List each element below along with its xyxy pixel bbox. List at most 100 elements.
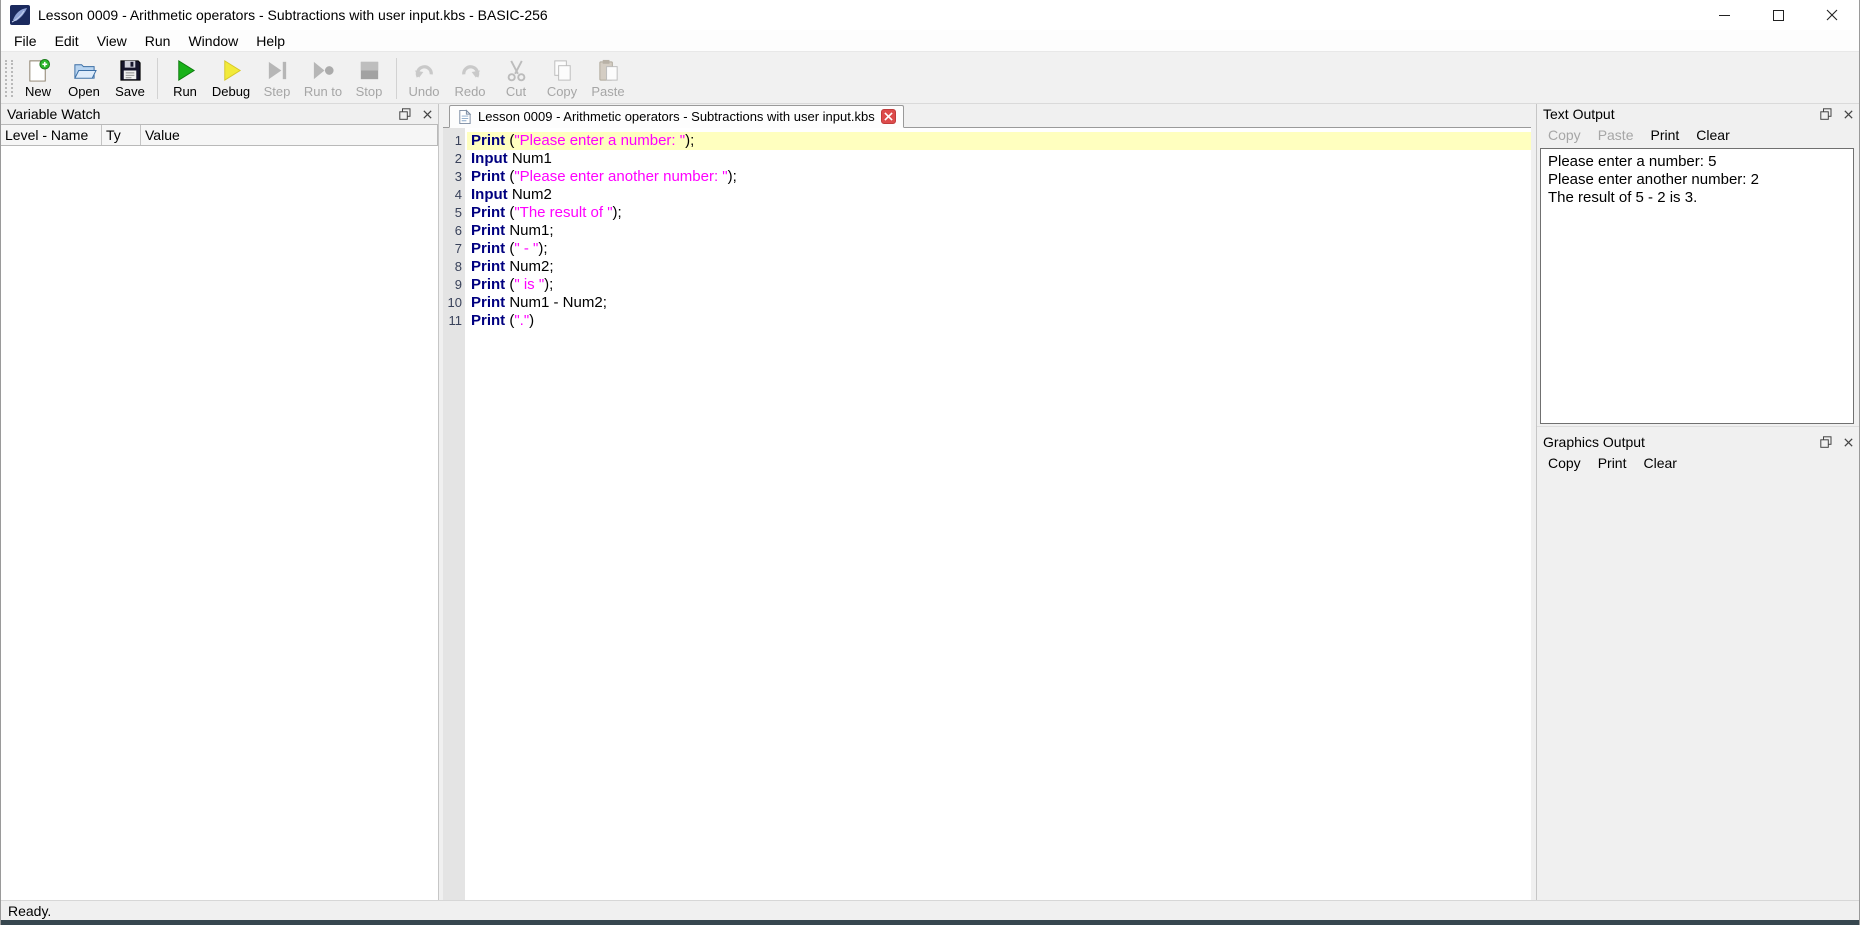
tab-close-icon [884, 112, 893, 121]
cut-button[interactable]: Cut [493, 54, 539, 103]
float-icon [399, 108, 411, 120]
copy-button[interactable]: Copy [539, 54, 585, 103]
toolbar-label: Run to [303, 84, 343, 99]
run-icon [172, 57, 198, 83]
toolbar: New Open Save Run Debug Step Run to Stop Undo Red… [1, 52, 1859, 104]
tab-close-button[interactable] [880, 109, 896, 124]
keyword-token: Print [471, 204, 506, 221]
menu-item-file[interactable]: File [5, 31, 46, 51]
undo-icon [411, 57, 437, 83]
text-output-print-button[interactable]: Print [1651, 127, 1680, 143]
close-button[interactable] [1805, 0, 1859, 30]
debug-button[interactable]: Debug [208, 54, 254, 103]
close-icon [1843, 437, 1853, 447]
toolbar-label: Step [263, 84, 291, 99]
variable-watch-body[interactable] [1, 146, 438, 900]
column-header-ty[interactable]: Ty [102, 125, 141, 145]
menu-item-help[interactable]: Help [247, 31, 294, 51]
text-output-area[interactable]: Please enter a number: 5 Please enter ano… [1540, 148, 1854, 424]
code-line-10: Print Num1 - Num2; [467, 294, 1531, 312]
minimize-button[interactable] [1697, 0, 1751, 30]
toolbar-label: New [24, 84, 51, 99]
step-icon [264, 57, 290, 83]
run-button[interactable]: Run [162, 54, 208, 103]
step-button[interactable]: Step [254, 54, 300, 103]
redo-button[interactable]: Redo [447, 54, 493, 103]
code-line-3: Print ("Please enter another number: "); [467, 168, 1531, 186]
line-number: 7 [454, 241, 462, 256]
paste-icon [595, 57, 621, 83]
keyword-token: Input [471, 186, 508, 203]
column-header-value[interactable]: Value [141, 125, 437, 145]
code-line-1: Print ("Please enter a number: "); [467, 132, 1531, 150]
code-editor-surface[interactable]: 1 2 3 4 5 6 7 8 9 10 11 Print ("Please enter a num… [443, 128, 1531, 900]
line-number: 5 [454, 205, 462, 220]
maximize-button[interactable] [1751, 0, 1805, 30]
line-number: 6 [454, 223, 462, 238]
float-panel-button[interactable] [1819, 435, 1833, 449]
maximize-icon [1772, 9, 1784, 21]
undo-button[interactable]: Undo [401, 54, 447, 103]
code-line-4: Input Num2 [467, 186, 1531, 204]
open-button[interactable]: Open [61, 54, 107, 103]
new-button[interactable]: New [15, 54, 61, 103]
float-panel-button[interactable] [1819, 107, 1833, 121]
redo-icon [457, 57, 483, 83]
line-number: 2 [454, 151, 462, 166]
runto-button[interactable]: Run to [300, 54, 346, 103]
column-header-level-name[interactable]: Level - Name╱ [1, 125, 102, 145]
stop-button[interactable]: Stop [346, 54, 392, 103]
basic256-window: Lesson 0009 - Arithmetic operators - Sub… [0, 0, 1860, 925]
keyword-token: Input [471, 150, 508, 167]
close-panel-button[interactable] [1841, 107, 1855, 121]
text-output-title: Text Output [1543, 106, 1615, 122]
status-bar: Ready. [1, 900, 1859, 920]
close-panel-button[interactable] [1841, 435, 1855, 449]
code-token: ( [505, 204, 515, 221]
editor-tab[interactable]: Lesson 0009 - Arithmetic operators - Sub… [449, 105, 904, 128]
window-controls [1697, 0, 1859, 30]
code-token: ); [612, 204, 622, 221]
graphics-output-toolbar: Copy Print Clear [1537, 452, 1859, 474]
app-icon [10, 5, 30, 25]
stop-icon [356, 57, 382, 83]
string-token: "The result of " [514, 204, 613, 221]
string-token: "." [514, 312, 530, 329]
graphics-output-area[interactable] [1537, 474, 1859, 900]
main-area: Variable Watch Level - Name╱TyValue [1, 104, 1859, 900]
code-area: Print ("Please enter a number: "); Input … [467, 128, 1531, 900]
float-panel-button[interactable] [398, 107, 412, 121]
window-bottom-edge [1, 920, 1859, 925]
editor-tab-title: Lesson 0009 - Arithmetic operators - Sub… [478, 109, 875, 124]
code-line-9: Print (" is "); [467, 276, 1531, 294]
paste-button[interactable]: Paste [585, 54, 631, 103]
toolbar-label: Cut [505, 84, 527, 99]
float-icon [1820, 108, 1832, 120]
text-output-paste-button[interactable]: Paste [1598, 127, 1634, 143]
menu-item-run[interactable]: Run [136, 31, 180, 51]
variable-watch-panel: Variable Watch Level - Name╱TyValue [1, 104, 439, 900]
toolbar-separator [396, 58, 397, 99]
code-token: ); [544, 276, 554, 293]
keyword-token: Print [471, 294, 506, 311]
graphics-output-copy-button[interactable]: Copy [1548, 455, 1581, 471]
graphics-output-clear-button[interactable]: Clear [1643, 455, 1676, 471]
string-token: " is " [514, 276, 545, 293]
text-output-clear-button[interactable]: Clear [1696, 127, 1729, 143]
close-panel-button[interactable] [420, 107, 434, 121]
menu-item-window[interactable]: Window [179, 31, 247, 51]
code-token: Num2; [505, 258, 554, 275]
save-button[interactable]: Save [107, 54, 153, 103]
toolbar-handle[interactable] [5, 60, 13, 97]
toolbar-label: Debug [211, 84, 251, 99]
graphics-output-print-button[interactable]: Print [1598, 455, 1627, 471]
line-number: 4 [454, 187, 462, 202]
toolbar-label: Undo [408, 84, 440, 99]
toolbar-separator [157, 58, 158, 99]
menu-item-view[interactable]: View [88, 31, 136, 51]
text-output-copy-button[interactable]: Copy [1548, 127, 1581, 143]
code-token: ( [505, 240, 515, 257]
toolbar-label: Stop [355, 84, 383, 99]
code-token: Num1; [505, 222, 554, 239]
menu-item-edit[interactable]: Edit [46, 31, 88, 51]
